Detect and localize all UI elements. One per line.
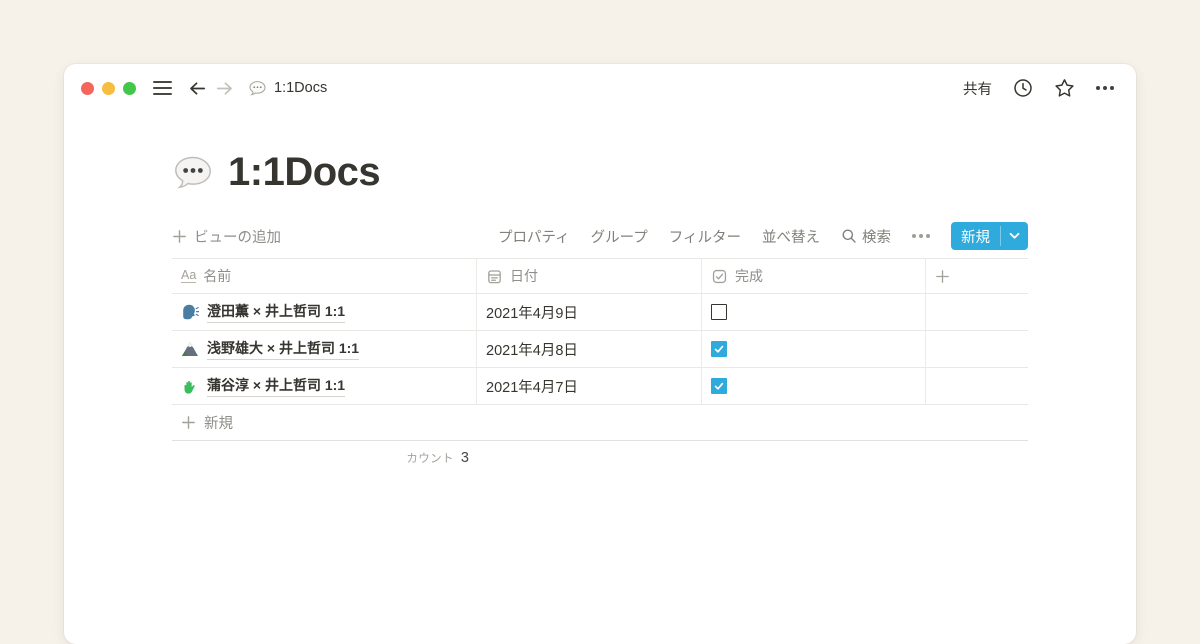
search-button[interactable]: 検索 [841, 226, 891, 247]
speaking-head-icon [181, 303, 199, 321]
chevron-down-icon[interactable] [1001, 222, 1028, 250]
page-title: 1:1Docs [228, 150, 380, 195]
done-checkbox[interactable] [711, 304, 727, 320]
empty-cell [477, 441, 1028, 475]
done-cell[interactable] [702, 331, 926, 367]
new-button[interactable]: 新規 [951, 222, 1028, 250]
calendar-icon [486, 268, 503, 285]
column-label: 日付 [510, 266, 538, 286]
text-type-icon: Aa [181, 269, 196, 283]
date-value: 2021年4月7日 [486, 376, 578, 397]
page-link[interactable]: 蒲谷淳 × 井上哲司 1:1 [207, 375, 345, 397]
minimize-window-button[interactable] [102, 82, 115, 95]
table-row: 浅野雄大 × 井上哲司 1:1 2021年4月8日 [172, 331, 1028, 368]
done-cell[interactable] [702, 368, 926, 404]
column-header-name[interactable]: Aa 名前 [172, 259, 477, 293]
page-link[interactable]: 澄田薫 × 井上哲司 1:1 [207, 301, 345, 323]
filter-button[interactable]: フィルター [669, 226, 741, 247]
notion-window: 1:1Docs 共有 1:1Docs ビューの追加 [64, 64, 1136, 644]
done-checkbox[interactable] [711, 378, 727, 394]
window-titlebar: 1:1Docs 共有 [64, 64, 1136, 112]
sidebar-menu-icon[interactable] [153, 81, 172, 95]
checkbox-icon [711, 268, 728, 285]
page-link-cell[interactable]: 浅野雄大 × 井上哲司 1:1 [172, 331, 477, 367]
more-options-button[interactable] [1096, 86, 1114, 90]
column-header-date[interactable]: 日付 [477, 259, 702, 293]
plus-icon [935, 269, 950, 284]
page-link-cell[interactable]: 澄田薫 × 井上哲司 1:1 [172, 294, 477, 330]
add-column-button[interactable] [926, 259, 1028, 293]
properties-button[interactable]: プロパティ [498, 226, 570, 247]
speech-balloon-page-icon[interactable] [172, 152, 214, 194]
mountain-icon [181, 340, 199, 358]
group-button[interactable]: グループ [591, 226, 648, 247]
table-row: 澄田薫 × 井上哲司 1:1 2021年4月9日 [172, 294, 1028, 331]
add-row-label: 新規 [204, 412, 233, 433]
date-cell[interactable]: 2021年4月7日 [477, 368, 702, 404]
page-content: 1:1Docs ビューの追加 プロパティ グループ フィルター 並べ替え 検索 [64, 150, 1136, 475]
date-value: 2021年4月9日 [486, 302, 578, 323]
share-button[interactable]: 共有 [963, 78, 992, 99]
green-hand-icon [181, 377, 199, 395]
table-footer: カウント 3 [172, 441, 1028, 475]
date-value: 2021年4月8日 [486, 339, 578, 360]
count-cell[interactable]: カウント 3 [172, 441, 477, 475]
sort-button[interactable]: 並べ替え [762, 226, 820, 247]
titlebar-actions: 共有 [963, 78, 1114, 99]
add-view-button[interactable]: ビューの追加 [172, 226, 281, 247]
table-row: 蒲谷淳 × 井上哲司 1:1 2021年4月7日 [172, 368, 1028, 405]
plus-icon [181, 415, 196, 430]
close-window-button[interactable] [81, 82, 94, 95]
speech-balloon-icon [248, 79, 267, 98]
search-label: 検索 [862, 226, 891, 247]
view-more-options-button[interactable] [912, 234, 930, 238]
view-toolbar-actions: プロパティ グループ フィルター 並べ替え 検索 新規 [498, 222, 1028, 250]
count-value: 3 [461, 450, 469, 466]
empty-cell [926, 294, 1028, 330]
clock-icon[interactable] [1013, 78, 1033, 98]
page-link[interactable]: 浅野雄大 × 井上哲司 1:1 [207, 338, 359, 360]
back-arrow-icon[interactable] [188, 79, 207, 98]
empty-cell [926, 331, 1028, 367]
column-label: 完成 [735, 266, 763, 286]
star-icon[interactable] [1054, 78, 1075, 99]
column-label: 名前 [203, 266, 231, 286]
date-cell[interactable]: 2021年4月9日 [477, 294, 702, 330]
column-header-done[interactable]: 完成 [702, 259, 926, 293]
search-icon [841, 228, 857, 244]
add-row-button[interactable]: 新規 [172, 405, 1028, 441]
empty-cell [926, 368, 1028, 404]
breadcrumb-title[interactable]: 1:1Docs [274, 80, 327, 96]
table-header-row: Aa 名前 日付 完成 [172, 258, 1028, 294]
forward-arrow-icon[interactable] [215, 79, 234, 98]
traffic-lights [81, 82, 136, 95]
done-checkbox[interactable] [711, 341, 727, 357]
database-table: Aa 名前 日付 完成 [172, 258, 1028, 475]
done-cell[interactable] [702, 294, 926, 330]
add-view-label: ビューの追加 [194, 226, 281, 247]
date-cell[interactable]: 2021年4月8日 [477, 331, 702, 367]
plus-icon [172, 229, 187, 244]
page-title-row: 1:1Docs [172, 150, 1028, 195]
fullscreen-window-button[interactable] [123, 82, 136, 95]
page-link-cell[interactable]: 蒲谷淳 × 井上哲司 1:1 [172, 368, 477, 404]
count-label: カウント [406, 450, 454, 466]
new-button-label[interactable]: 新規 [951, 222, 1000, 250]
view-toolbar: ビューの追加 プロパティ グループ フィルター 並べ替え 検索 新規 [172, 220, 1028, 252]
